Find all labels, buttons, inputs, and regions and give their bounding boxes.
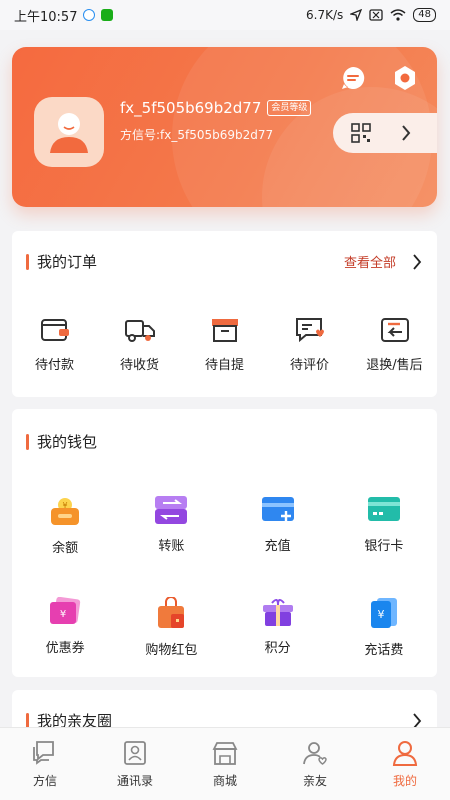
message-button[interactable] (340, 65, 366, 91)
transfer-icon (155, 496, 188, 524)
wallet-transfer[interactable]: 转账 (118, 495, 224, 556)
member-level-tag[interactable]: 会员等级 (267, 100, 312, 116)
order-label: 待收货 (119, 358, 159, 373)
tab-label: 我的 (392, 774, 417, 788)
store-icon (212, 742, 238, 765)
delivery-truck-icon (124, 320, 155, 342)
return-icon (380, 318, 409, 342)
tab-label: 通讯录 (116, 774, 153, 788)
orders-card: 我的订单 查看全部 待付款 待收货 待自提 待评价 退换/售后 (12, 231, 437, 397)
wallet-label: 优惠券 (45, 641, 85, 656)
wallet-title: 我的钱包 (37, 433, 98, 451)
order-after-sale[interactable]: 退换/售后 (352, 316, 437, 373)
phone-bill-icon: ¥ (370, 598, 397, 628)
app-notification-icon (83, 9, 96, 21)
friends-icon (303, 742, 327, 765)
tab-fangxin[interactable]: 方信 (0, 728, 90, 800)
contacts-icon (124, 741, 146, 765)
tab-label: 方信 (32, 774, 57, 788)
box-icon (211, 319, 238, 342)
status-time: 上午10:57 (14, 9, 78, 25)
tab-label: 亲友 (302, 774, 327, 788)
section-marker (26, 253, 29, 270)
wallet-balance[interactable]: ¥ 余额 (12, 495, 118, 556)
svg-text:¥: ¥ (60, 609, 66, 620)
order-pending-review[interactable]: 待评价 (267, 316, 352, 373)
wallet-coupon[interactable]: ¥ 优惠券 (12, 597, 118, 658)
user-avatar-icon (50, 113, 88, 153)
wallet-phone-bill[interactable]: ¥ 充话费 (331, 597, 437, 658)
order-label: 退换/售后 (366, 358, 423, 373)
wechat-notification-icon (101, 9, 114, 21)
profile-card[interactable]: fx_5f505b69b2d77 会员等级 方信号:fx_5f505b69b2d… (12, 47, 437, 207)
wallet-bank-card[interactable]: 银行卡 (331, 495, 437, 556)
tab-mine[interactable]: 我的 (360, 728, 450, 800)
wallet-recharge[interactable]: 充值 (225, 495, 331, 556)
section-marker (26, 433, 29, 450)
red-packet-icon (158, 597, 185, 628)
tab-contacts[interactable]: 通讯录 (90, 728, 180, 800)
qr-code-button[interactable] (333, 113, 437, 153)
message-icon (342, 66, 365, 89)
profile-icon (392, 741, 418, 766)
wallet-label: 充值 (264, 539, 291, 554)
view-all-label: 查看全部 (343, 256, 396, 271)
order-label: 待付款 (34, 358, 74, 373)
view-all-orders-link[interactable]: 查看全部 (344, 252, 422, 271)
wallet-points[interactable]: 积分 (225, 597, 331, 658)
wallet-icon (40, 319, 69, 341)
points-gift-icon (262, 599, 293, 626)
tab-label: 商城 (212, 774, 237, 788)
wallet-card: 我的钱包 ¥ 余额 转账 充值 银行卡 ¥ 优惠券 购物红包 积分 ¥ 充话费 (12, 409, 437, 677)
wallet-label: 余额 (52, 541, 79, 556)
gear-icon (395, 66, 415, 90)
username: fx_5f505b69b2d77 (120, 99, 262, 117)
tab-store[interactable]: 商城 (180, 728, 270, 800)
order-label: 待自提 (204, 358, 244, 373)
order-pending-receipt[interactable]: 待收货 (97, 316, 182, 373)
wallet-label: 积分 (264, 641, 291, 656)
settings-button[interactable] (392, 65, 418, 91)
wallet-red-packet[interactable]: 购物红包 (118, 597, 224, 658)
avatar[interactable] (34, 97, 104, 167)
wallet-label: 购物红包 (145, 643, 198, 658)
wallet-label: 转账 (158, 539, 185, 554)
tab-friends[interactable]: 亲友 (270, 728, 360, 800)
no-sim-icon (369, 9, 383, 21)
bottom-tab-bar: 方信 通讯录 商城 亲友 我的 (0, 727, 450, 800)
order-pending-payment[interactable]: 待付款 (12, 316, 97, 373)
network-speed: 6.7K/s (306, 8, 344, 22)
balance-wallet-icon: ¥ (51, 498, 80, 525)
qr-code-icon (351, 123, 371, 143)
battery-indicator: 48 (413, 8, 436, 22)
review-heart-icon (295, 318, 324, 343)
chevron-right-icon (402, 125, 411, 141)
order-self-pickup[interactable]: 待自提 (182, 316, 267, 373)
coupon-icon: ¥ (50, 597, 81, 624)
status-bar: 上午10:57 6.7K/s 48 (0, 0, 450, 30)
wifi-icon (390, 9, 406, 21)
user-id: 方信号:fx_5f505b69b2d77 (120, 128, 274, 142)
bank-card-icon (367, 497, 400, 521)
order-label: 待评价 (289, 358, 329, 373)
chevron-right-icon (413, 253, 422, 270)
chat-icon (33, 741, 54, 765)
svg-text:¥: ¥ (377, 608, 384, 621)
location-icon (350, 9, 363, 21)
wallet-label: 银行卡 (364, 539, 404, 554)
recharge-card-icon (261, 497, 294, 521)
wallet-label: 充话费 (364, 643, 404, 658)
orders-title: 我的订单 (37, 253, 98, 271)
